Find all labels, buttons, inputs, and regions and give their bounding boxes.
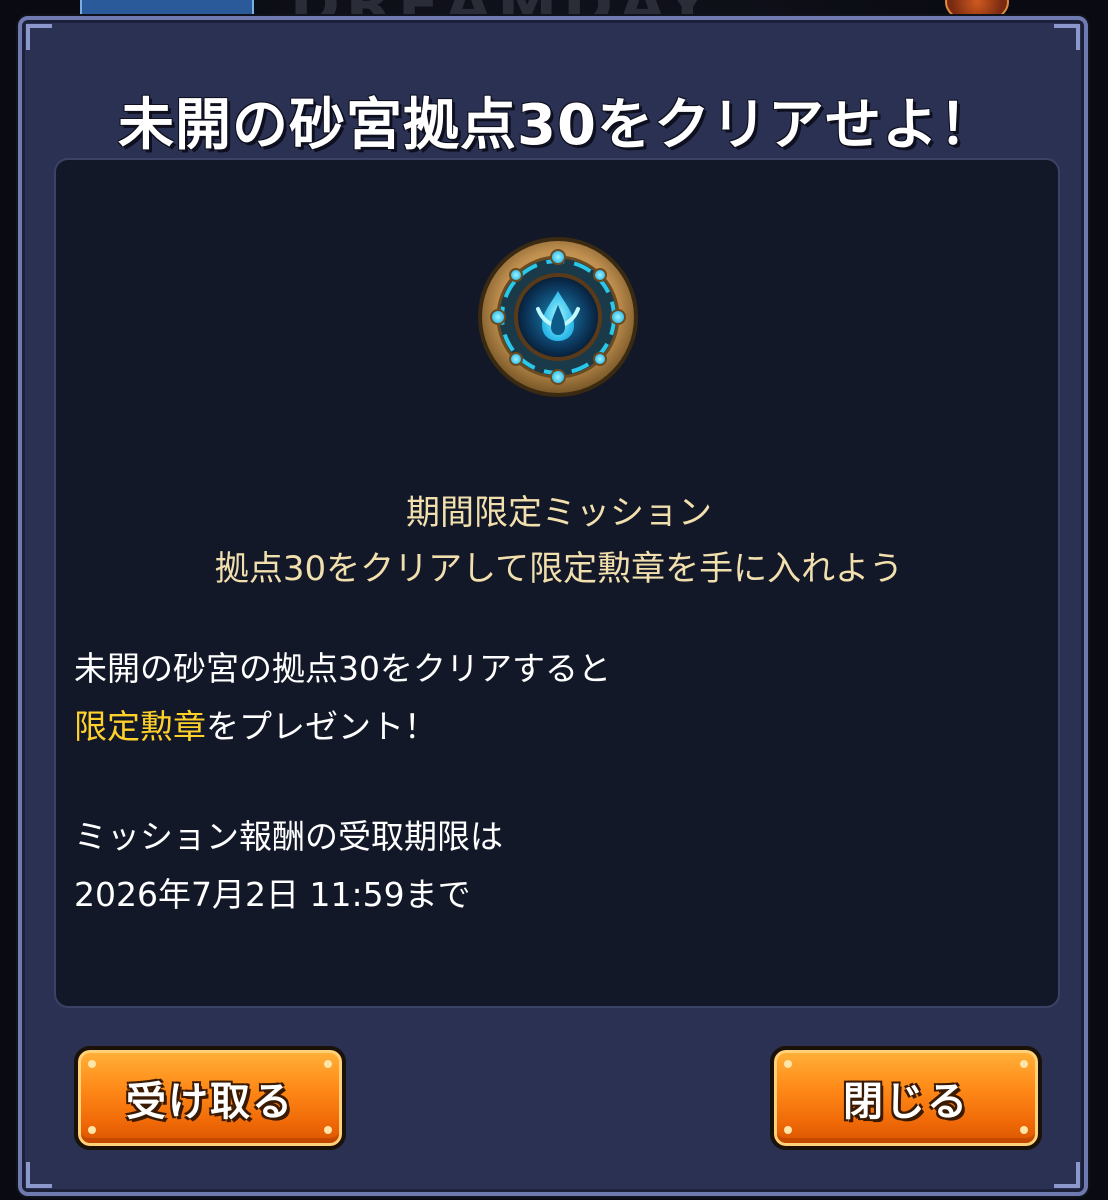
mission-type-label: 期間限定ミッション: [406, 493, 712, 533]
close-button[interactable]: 閉じる: [770, 1046, 1042, 1150]
reward-highlight: 限定勲章: [74, 707, 206, 746]
mission-description: 未開の砂宮の拠点30をクリアすると 限定勲章をプレゼント！ ミッション報酬の受取…: [74, 640, 1034, 924]
mission-sub-heading: 期間限定ミッション 拠点30をクリアして限定勲章を手に入れよう: [56, 485, 1062, 597]
description-text: をプレゼント！: [206, 707, 437, 746]
close-button-label: 閉じる: [843, 1079, 969, 1125]
frame-corner: [1054, 1162, 1080, 1188]
frame-corner: [26, 24, 52, 50]
frame-corner: [26, 1162, 52, 1188]
receive-button[interactable]: 受け取る: [74, 1046, 346, 1150]
dialog-title: 未開の砂宮拠点30をクリアせよ！: [118, 93, 996, 158]
receive-button-label: 受け取る: [126, 1079, 294, 1125]
mission-dialog: 未開の砂宮拠点30をクリアせよ！ 期間限定ミッション 拠点30をクリアして限定勲…: [18, 16, 1088, 1196]
frame-corner: [1054, 24, 1080, 50]
water-drop-medal-icon: [478, 237, 638, 397]
deadline-label: ミッション報酬の受取期限は: [74, 817, 503, 856]
description-line: 限定勲章をプレゼント！: [74, 698, 1034, 756]
content-panel: 期間限定ミッション 拠点30をクリアして限定勲章を手に入れよう 未開の砂宮の拠点…: [54, 158, 1060, 1008]
description-line: 未開の砂宮の拠点30をクリアすると: [74, 649, 611, 688]
deadline-value: 2026年7月2日 11:59まで: [74, 875, 471, 914]
mission-summary: 拠点30をクリアして限定勲章を手に入れよう: [214, 549, 904, 589]
